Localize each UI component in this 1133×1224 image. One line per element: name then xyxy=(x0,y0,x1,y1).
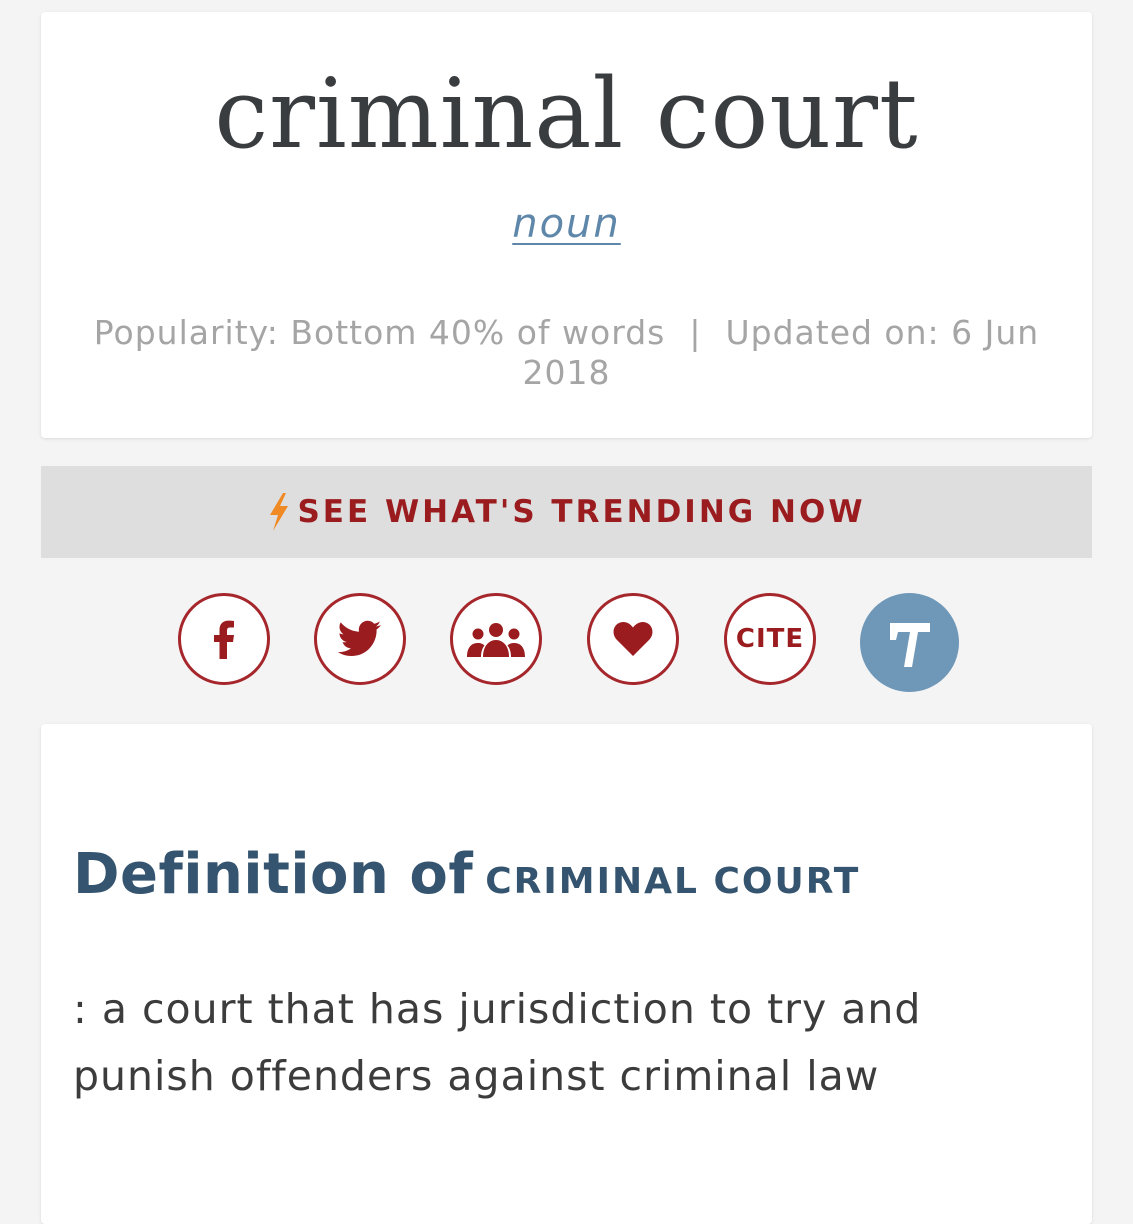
part-of-speech: noun xyxy=(41,200,1092,248)
heart-icon xyxy=(613,621,653,656)
favorite-button[interactable] xyxy=(587,593,679,685)
facebook-icon xyxy=(214,620,234,659)
facebook-share-button[interactable] xyxy=(178,593,270,685)
share-toolbar: CITE xyxy=(0,593,1133,693)
definition-text: : a court that has jurisdiction to try a… xyxy=(73,985,922,1100)
definition-card: Definition of CRIMINAL COURT : a court th… xyxy=(41,724,1092,1224)
lightning-bolt-icon xyxy=(270,493,289,531)
part-of-speech-link[interactable]: noun xyxy=(512,201,621,247)
definition-heading-lead: Definition of xyxy=(73,842,474,907)
group-icon xyxy=(467,623,525,657)
trending-now-label: SEE WHAT'S TRENDING NOW xyxy=(297,494,866,530)
community-button[interactable] xyxy=(450,593,542,685)
popularity-text: Popularity: Bottom 40% of words xyxy=(93,313,666,352)
thesaurus-button[interactable] xyxy=(860,593,959,692)
cite-button[interactable]: CITE xyxy=(724,593,816,685)
trending-now-button[interactable]: SEE WHAT'S TRENDING NOW xyxy=(41,466,1092,558)
twitter-share-button[interactable] xyxy=(314,593,406,685)
headword: criminal court xyxy=(214,58,919,170)
definition-heading-term: CRIMINAL COURT xyxy=(485,861,861,902)
twitter-icon xyxy=(337,620,381,656)
definition-heading: Definition of CRIMINAL COURT xyxy=(73,842,860,907)
word-meta: Popularity: Bottom 40% of words | Updated … xyxy=(81,313,1052,393)
cite-label: CITE xyxy=(735,624,805,654)
thesaurus-t-icon xyxy=(889,622,930,667)
word-header-card: criminal court noun Popularity: Bottom 4… xyxy=(41,12,1092,438)
meta-separator: | xyxy=(689,313,702,352)
